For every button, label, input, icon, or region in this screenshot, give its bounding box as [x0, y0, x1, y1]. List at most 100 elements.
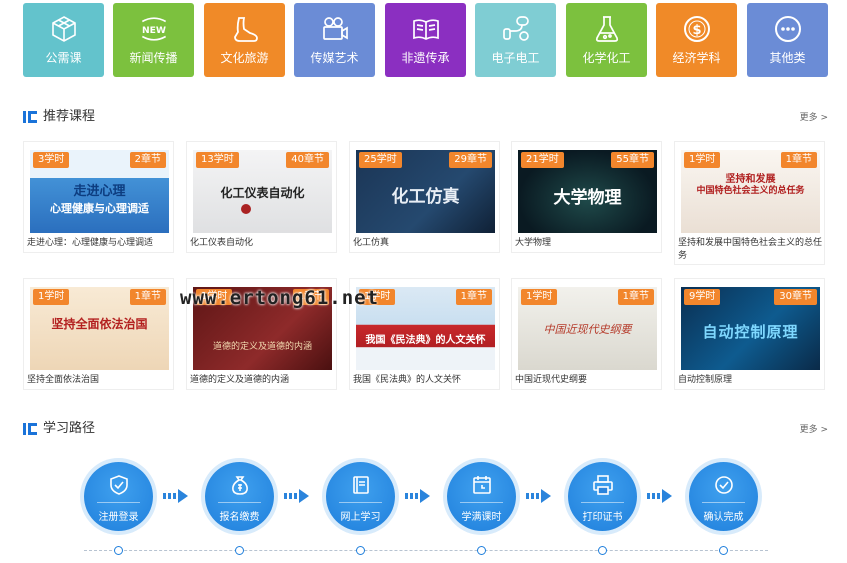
step-label: 打印证书 [582, 512, 623, 523]
category-tile-culture-tourism[interactable]: 文化旅游 [204, 3, 285, 77]
arrow-icon [647, 488, 673, 503]
step-label: 报名缴费 [219, 512, 260, 523]
course-title: 化工仿真 [353, 238, 390, 248]
course-chapters-badge: 40章节 [286, 152, 329, 168]
category-tile-economics[interactable]: $ 经济学科 [656, 3, 737, 77]
video-camera-icon [317, 14, 353, 44]
step-register[interactable]: 注册登录 [84, 462, 153, 531]
course-chapters-badge: 1章节 [780, 152, 817, 168]
course-hours-badge: 1学时 [684, 152, 721, 168]
arrow-icon [163, 488, 189, 503]
thumb-text: 走进心理 [73, 184, 126, 199]
course-card[interactable]: 25学时 29章节 化工仿真 化工仿真 [349, 141, 500, 253]
course-hours-badge: 25学时 [359, 152, 402, 168]
course-card[interactable]: 9学时 30章节 自动控制原理 自动控制原理 [674, 278, 825, 390]
thumb-text: 坚持全面依法治国 [51, 317, 148, 331]
course-card[interactable]: 1学时 1章节 坚持全面依法治国 坚持全面依法治国 [23, 278, 174, 390]
section-mark-icon [23, 423, 37, 435]
course-hours-badge: 1学时 [521, 289, 558, 305]
course-thumbnail: 25学时 29章节 化工仿真 [356, 150, 495, 233]
thumb-text: 化工仪表自动化 [220, 186, 305, 200]
course-chapters-badge: 2章节 [129, 152, 166, 168]
course-chapters-badge: 55章节 [611, 152, 654, 168]
course-card[interactable]: 21学时 55章节 大学物理 大学物理 [511, 141, 662, 253]
category-label: 传媒艺术 [310, 51, 359, 65]
watermark-text: www.ertong61.net [180, 287, 380, 309]
dollar-coin-text: $ [692, 23, 701, 38]
course-hours-badge: 3学时 [33, 152, 70, 168]
category-label: 经济学科 [672, 51, 721, 65]
course-chapters-badge: 1章节 [455, 289, 492, 305]
course-card[interactable]: 1学时 1章节 坚持和发展 中国特色社会主义的总任务 坚持和发展中国特色社会主义… [674, 141, 825, 265]
thumb-text: 心理健康与心理调适 [50, 202, 149, 215]
category-label: 文化旅游 [220, 51, 269, 65]
path-section-header: 学习路径 更多 > [23, 421, 828, 437]
step-label: 确认完成 [703, 512, 744, 523]
book-icon [408, 14, 444, 44]
shield-check-icon [84, 474, 153, 496]
printer-icon [568, 474, 637, 496]
flask-icon [589, 14, 625, 44]
course-title: 自动控制原理 [678, 375, 733, 385]
path-more-link[interactable]: 更多 > [800, 422, 828, 435]
cube-icon [46, 14, 82, 44]
money-bag-icon [205, 474, 274, 496]
course-title: 化工仪表自动化 [190, 238, 254, 248]
section-title: 推荐课程 [43, 109, 96, 124]
electric-plug-icon [498, 14, 534, 44]
course-thumbnail: 13学时 40章节 化工仪表自动化 [193, 150, 332, 233]
step-enroll-pay[interactable]: 报名缴费 [205, 462, 274, 531]
timeline-dot [114, 546, 123, 555]
course-title: 走进心理：心理健康与心理调适 [27, 238, 154, 248]
step-confirm-done[interactable]: 确认完成 [689, 462, 758, 531]
calendar-clock-icon [447, 474, 516, 496]
thumb-text: 我国《民法典》的人文关怀 [365, 335, 486, 346]
course-chapters-badge: 29章节 [449, 152, 492, 168]
course-card[interactable]: 1学时 1章节 中国近现代史纲要 中国近现代史纲要 [511, 278, 662, 390]
step-complete-hours[interactable]: 学满课时 [447, 462, 516, 531]
category-label: 其他类 [769, 51, 806, 65]
category-tile-chemistry[interactable]: 化学化工 [566, 3, 647, 77]
timeline-dot [598, 546, 607, 555]
course-chapters-badge: 30章节 [774, 289, 817, 305]
step-print-certificate[interactable]: 打印证书 [568, 462, 637, 531]
thumb-text: 道德的定义及道德的内涵 [212, 342, 312, 352]
thumb-text: 化工仿真 [391, 187, 460, 207]
timeline-dot [235, 546, 244, 555]
thumb-text: 中国近现代史纲要 [543, 323, 632, 336]
more-dots-icon [770, 14, 806, 44]
new-badge-text: NEW [141, 25, 165, 36]
section-mark-icon [23, 111, 37, 123]
category-label: 电子电工 [491, 51, 540, 65]
category-tile-public[interactable]: 公需课 [23, 3, 104, 77]
category-tile-electronics[interactable]: 电子电工 [475, 3, 556, 77]
arrow-icon [526, 488, 552, 503]
arrow-icon [284, 488, 310, 503]
category-bar: 公需课 NEW 新闻传播 文化旅游 传媒艺术 非遗传承 电子电工 化学化工 $ … [23, 3, 831, 77]
arrow-icon [405, 488, 431, 503]
course-card[interactable]: 3学时 2章节 走进心理 心理健康与心理调适 走进心理：心理健康与心理调适 [23, 141, 174, 253]
logo-icon [241, 204, 251, 214]
category-tile-media-art[interactable]: 传媒艺术 [294, 3, 375, 77]
category-tile-intangible-heritage[interactable]: 非遗传承 [385, 3, 466, 77]
category-tile-news[interactable]: NEW 新闻传播 [113, 3, 194, 77]
course-card[interactable]: 13学时 40章节 化工仪表自动化 化工仪表自动化 [186, 141, 337, 253]
thumb-text: 自动控制原理 [702, 323, 799, 341]
timeline-dot [356, 546, 365, 555]
category-tile-other[interactable]: 其他类 [747, 3, 828, 77]
step-label: 注册登录 [98, 512, 139, 523]
course-chapters-badge: 1章节 [129, 289, 166, 305]
check-circle-icon [689, 474, 758, 496]
course-thumbnail: 3学时 2章节 走进心理 心理健康与心理调适 [30, 150, 169, 233]
step-online-study[interactable]: 网上学习 [326, 462, 395, 531]
recommended-more-link[interactable]: 更多 > [800, 110, 828, 123]
timeline-line [84, 550, 768, 551]
course-chapters-badge: 1章节 [617, 289, 654, 305]
course-thumbnail: 1学时 1章节 坚持全面依法治国 [30, 287, 169, 370]
step-label: 学满课时 [461, 512, 502, 523]
course-hours-badge: 9学时 [684, 289, 721, 305]
course-title: 中国近现代史纲要 [515, 375, 588, 385]
category-label: 新闻传播 [129, 51, 178, 65]
category-label: 公需课 [45, 51, 82, 65]
timeline-dot [719, 546, 728, 555]
